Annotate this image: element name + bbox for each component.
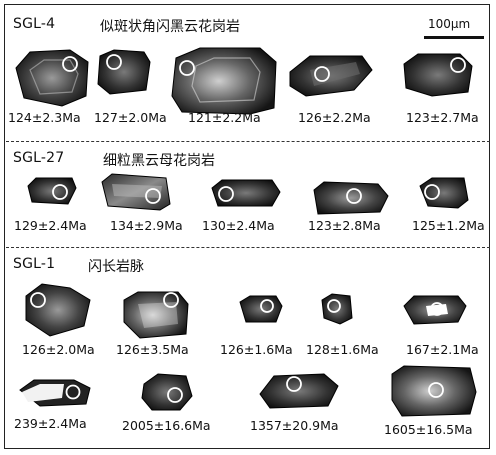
age-label: 126±3.5Ma bbox=[116, 342, 189, 357]
zircon-grain bbox=[25, 283, 91, 337]
age-label: 126±2.0Ma bbox=[22, 342, 95, 357]
zircon-grain bbox=[141, 373, 193, 411]
age-label: 129±2.4Ma bbox=[14, 218, 87, 233]
age-label: 124±2.3Ma bbox=[8, 110, 81, 125]
age-label: 128±1.6Ma bbox=[306, 342, 379, 357]
zircon-grain bbox=[239, 295, 283, 323]
age-label: 126±2.2Ma bbox=[298, 110, 371, 125]
zircon-grain bbox=[101, 173, 171, 211]
age-label: 125±1.2Ma bbox=[412, 218, 485, 233]
zircon-grain bbox=[15, 49, 89, 107]
zircon-grain bbox=[171, 47, 277, 115]
zircon-grain bbox=[123, 291, 189, 339]
age-label: 134±2.9Ma bbox=[110, 218, 183, 233]
age-label: 167±2.1Ma bbox=[406, 342, 479, 357]
zircon-grain bbox=[27, 177, 77, 205]
zircon-grain bbox=[391, 365, 477, 417]
age-label: 1605±16.5Ma bbox=[384, 422, 473, 437]
zircon-grain bbox=[289, 55, 373, 97]
age-label: 121±2.2Ma bbox=[188, 110, 261, 125]
zircon-grain bbox=[419, 177, 469, 209]
age-label: 239±2.4Ma bbox=[14, 416, 87, 431]
age-label: 123±2.7Ma bbox=[406, 110, 479, 125]
zircon-grain bbox=[259, 373, 339, 409]
age-label: 2005±16.6Ma bbox=[122, 418, 211, 433]
zircon-grain bbox=[97, 49, 151, 95]
zircon-grain bbox=[211, 179, 281, 207]
age-label: 1357±20.9Ma bbox=[250, 418, 339, 433]
zircon-grain bbox=[19, 379, 91, 407]
age-label: 127±2.0Ma bbox=[94, 110, 167, 125]
zircon-grain bbox=[313, 181, 389, 215]
age-label: 123±2.8Ma bbox=[308, 218, 381, 233]
zircon-grain bbox=[321, 293, 353, 325]
zircon-grain bbox=[403, 295, 467, 325]
zircon-grain bbox=[403, 53, 473, 97]
age-label: 130±2.4Ma bbox=[202, 218, 275, 233]
age-label: 126±1.6Ma bbox=[220, 342, 293, 357]
